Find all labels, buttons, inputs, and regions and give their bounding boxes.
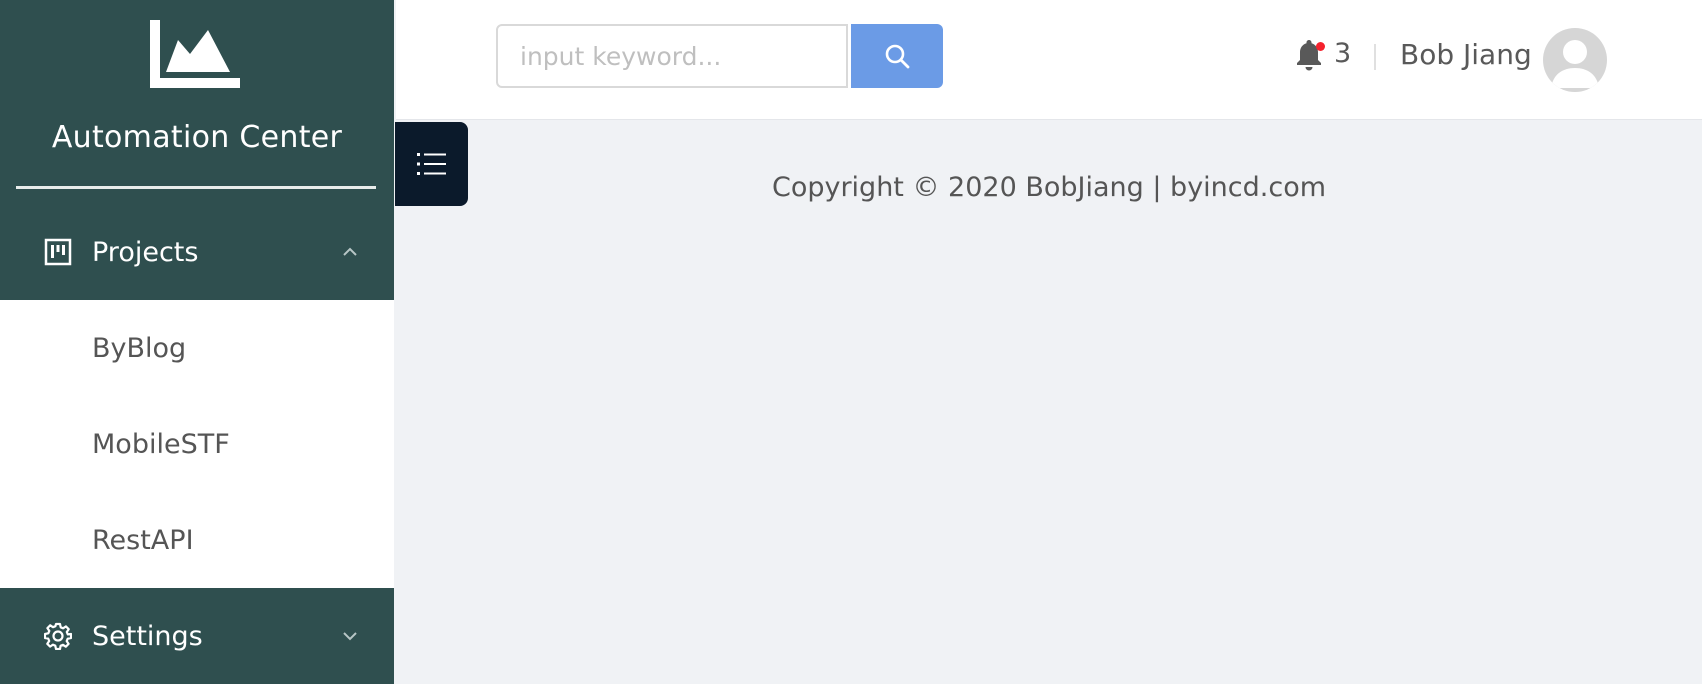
app-root: Automation Center Projects ByBlog Mobile… (0, 0, 1702, 684)
area-chart-icon (150, 20, 240, 88)
search-button[interactable] (851, 24, 943, 88)
notifications-button[interactable] (1294, 38, 1328, 74)
project-board-icon (44, 238, 72, 266)
avatar[interactable] (1543, 28, 1607, 92)
sidebar-group-settings[interactable]: Settings (0, 588, 394, 684)
sidebar: Automation Center Projects ByBlog Mobile… (0, 0, 394, 684)
user-avatar-icon (1551, 40, 1599, 88)
brand-divider (16, 186, 376, 189)
projects-submenu: ByBlog MobileSTF RestAPI (0, 300, 394, 588)
notification-badge-dot (1316, 42, 1325, 51)
sidebar-item-byblog[interactable]: ByBlog (0, 300, 394, 396)
search-icon (885, 44, 910, 69)
sidebar-item-mobilestf[interactable]: MobileSTF (0, 396, 394, 492)
top-header: 3 Bob Jiang (396, 0, 1702, 120)
sidebar-group-label: Projects (92, 236, 199, 268)
user-name[interactable]: Bob Jiang (1400, 38, 1532, 71)
chevron-up-icon (343, 247, 357, 256)
notification-count: 3 (1334, 38, 1352, 69)
sidebar-group-projects[interactable]: Projects (0, 204, 394, 300)
brand-title: Automation Center (51, 120, 343, 155)
gear-icon (44, 622, 72, 650)
search-input[interactable] (496, 24, 848, 88)
sidebar-item-restapi[interactable]: RestAPI (0, 492, 394, 588)
brand: Automation Center (0, 0, 394, 200)
copyright-text: Copyright © 2020 BobJiang | byincd.com (771, 172, 1327, 203)
header-divider (1374, 44, 1376, 70)
chevron-down-icon (343, 632, 357, 641)
sidebar-group-label: Settings (92, 620, 203, 652)
